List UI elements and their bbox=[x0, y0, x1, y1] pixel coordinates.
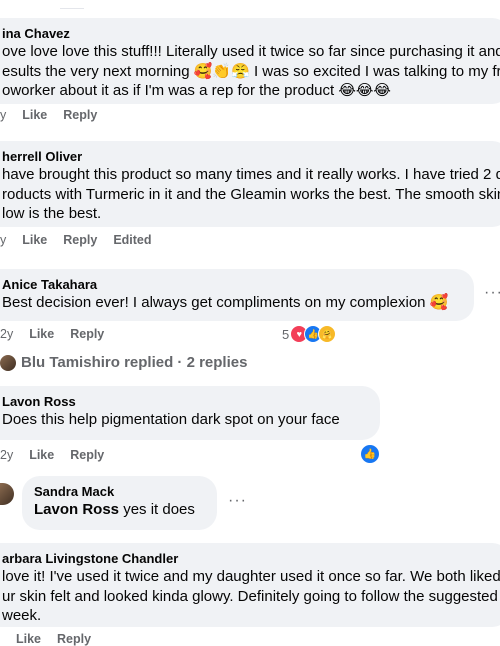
mention-link[interactable]: Lavon Ross bbox=[34, 501, 119, 518]
comment-text-line: ove love love this stuff!!! Literally us… bbox=[2, 43, 500, 60]
comment-author[interactable]: herrell Oliver bbox=[2, 148, 498, 165]
comment-text-line: ur skin felt and looked kinda glowy. Def… bbox=[2, 587, 500, 605]
comment-actions: 2y Like Reply bbox=[0, 327, 104, 341]
comment-bubble: herrell Oliver have brought this product… bbox=[0, 141, 500, 227]
view-replies-link[interactable]: Blu Tamishiro replied · 2 replies bbox=[21, 354, 247, 371]
comment-text-line: roducts with Turmeric in it and the Glea… bbox=[2, 185, 500, 203]
comment-age[interactable]: y bbox=[0, 108, 6, 122]
reaction-summary[interactable]: 5 ♥ 👍 🤗 bbox=[282, 325, 337, 343]
like-reaction-icon[interactable]: 👍 bbox=[360, 444, 380, 464]
comment-text-line: Best decision ever! I always get complim… bbox=[2, 294, 449, 311]
comment-text-line: love it! I've used it twice and my daugh… bbox=[2, 568, 500, 585]
comment-bubble: arbara Livingstone Chandler love it! I'v… bbox=[0, 543, 500, 627]
comment-bubble: ina Chavez ove love love this stuff!!! L… bbox=[0, 18, 500, 104]
comment-actions: y Like Reply Edited bbox=[0, 233, 152, 247]
like-link[interactable]: Like bbox=[22, 108, 47, 122]
more-options-icon[interactable]: ··· bbox=[228, 492, 247, 510]
avatar[interactable] bbox=[0, 483, 14, 505]
comment-author[interactable]: Lavon Ross bbox=[2, 393, 368, 410]
comment-actions: Like Reply bbox=[0, 632, 91, 646]
comment-bubble: Anice Takahara Best decision ever! I alw… bbox=[0, 269, 474, 321]
comment-age[interactable]: 2y bbox=[0, 327, 13, 341]
comment-text-line: esults the very next morning 🥰👏😤 I was s… bbox=[2, 62, 500, 80]
reply-text: yes it does bbox=[119, 501, 195, 518]
comment-author[interactable]: Anice Takahara bbox=[2, 276, 462, 293]
comment-text-line: week. bbox=[2, 607, 42, 624]
edited-label[interactable]: Edited bbox=[113, 233, 151, 247]
reply-link[interactable]: Reply bbox=[70, 448, 104, 462]
comment-age[interactable]: 2y bbox=[0, 448, 13, 462]
reply-author[interactable]: Sandra Mack bbox=[34, 483, 205, 500]
comment-age[interactable]: y bbox=[0, 233, 6, 247]
comment-actions: y Like Reply bbox=[0, 108, 97, 122]
comment-text-line: low is the best. bbox=[2, 205, 102, 222]
reply-bubble: Sandra Mack Lavon Ross yes it does bbox=[22, 476, 217, 530]
comment-text-line: oworker about it as if I'm was a rep for… bbox=[2, 82, 391, 99]
care-reaction-icon: 🤗 bbox=[318, 325, 337, 343]
reply-link[interactable]: Reply bbox=[63, 108, 97, 122]
comment-bubble: Lavon Ross Does this help pigmentation d… bbox=[0, 386, 380, 440]
top-divider bbox=[60, 8, 84, 9]
like-link[interactable]: Like bbox=[29, 327, 54, 341]
comment-actions: 2y Like Reply bbox=[0, 448, 104, 462]
comment-author[interactable]: ina Chavez bbox=[2, 25, 498, 42]
comment-text-line: have brought this product so many times … bbox=[2, 166, 500, 183]
like-link[interactable]: Like bbox=[16, 632, 41, 646]
reply-link[interactable]: Reply bbox=[70, 327, 104, 341]
reaction-count: 5 bbox=[282, 326, 290, 342]
reply-link[interactable]: Reply bbox=[63, 233, 97, 247]
like-link[interactable]: Like bbox=[22, 233, 47, 247]
comment-text-line: Does this help pigmentation dark spot on… bbox=[2, 411, 340, 428]
comment-author[interactable]: arbara Livingstone Chandler bbox=[2, 550, 498, 567]
like-link[interactable]: Like bbox=[29, 448, 54, 462]
more-options-icon[interactable]: ··· bbox=[484, 284, 500, 302]
avatar[interactable] bbox=[0, 355, 16, 371]
reply-link[interactable]: Reply bbox=[57, 632, 91, 646]
